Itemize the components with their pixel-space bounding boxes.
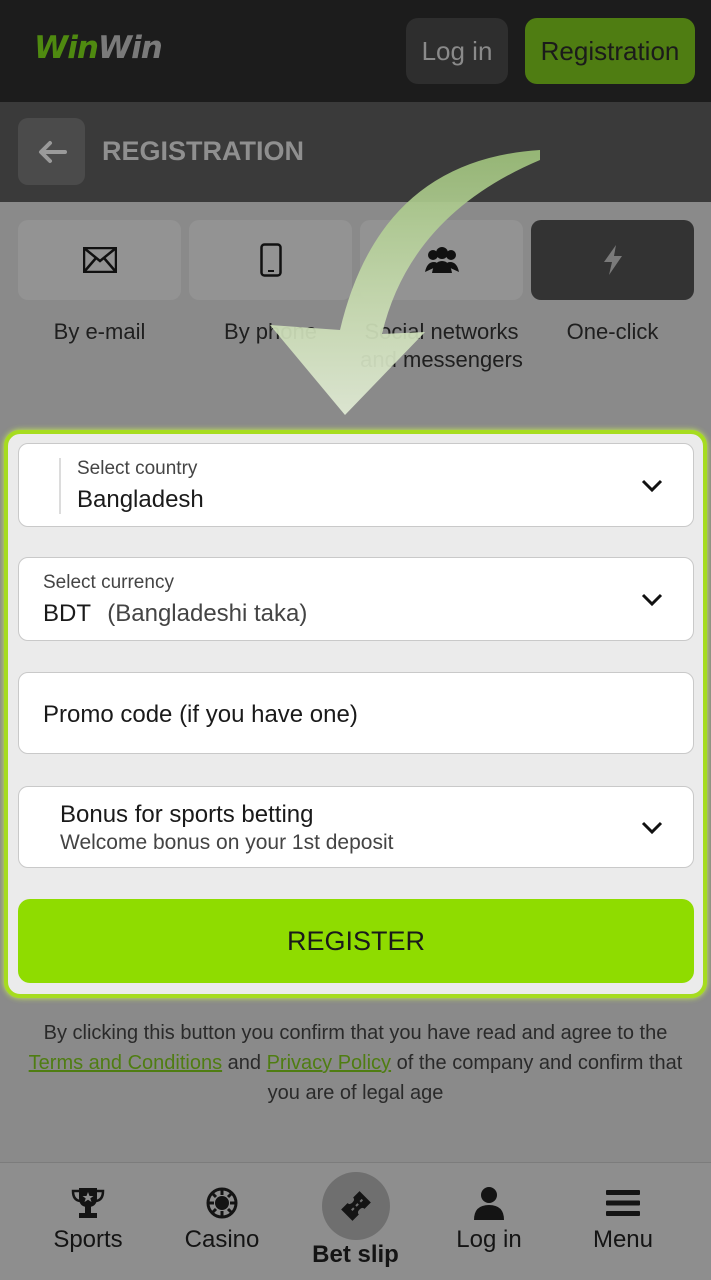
bonus-subtitle: Welcome bonus on your 1st deposit bbox=[60, 831, 394, 854]
flag-divider bbox=[59, 458, 61, 514]
logo-part-1: Win bbox=[34, 30, 99, 66]
casino-chip-icon bbox=[206, 1187, 238, 1219]
bonus-title: Bonus for sports betting bbox=[60, 801, 314, 828]
promo-code-input[interactable]: Promo code (if you have one) bbox=[18, 672, 694, 754]
back-button[interactable] bbox=[18, 118, 85, 185]
chevron-down-icon bbox=[641, 593, 663, 607]
country-select[interactable]: Select country Bangladesh bbox=[18, 443, 694, 527]
curved-arrow-overlay bbox=[270, 150, 540, 415]
register-button[interactable]: REGISTER bbox=[18, 899, 694, 983]
user-icon bbox=[474, 1187, 504, 1220]
header-registration-button[interactable]: Registration bbox=[525, 18, 695, 84]
promo-placeholder: Promo code (if you have one) bbox=[43, 701, 358, 728]
header-login-button[interactable]: Log in bbox=[406, 18, 508, 84]
nav-bet-slip-label[interactable]: Bet slip bbox=[290, 1241, 421, 1269]
privacy-link[interactable]: Privacy Policy bbox=[267, 1052, 391, 1074]
nav-bet-slip-button[interactable] bbox=[322, 1172, 390, 1240]
nav-menu[interactable]: Menu bbox=[558, 1186, 688, 1254]
lightning-icon bbox=[603, 245, 622, 275]
currency-name: (Bangladeshi taka) bbox=[107, 600, 308, 627]
nav-sports[interactable]: Sports bbox=[23, 1186, 153, 1254]
trophy-icon bbox=[71, 1188, 105, 1218]
terms-link[interactable]: Terms and Conditions bbox=[29, 1052, 222, 1074]
currency-code: BDT bbox=[43, 600, 91, 627]
arrow-left-icon bbox=[38, 140, 67, 163]
country-value: Bangladesh bbox=[77, 486, 204, 513]
disclaimer-text-1: By clicking this button you confirm that… bbox=[43, 1022, 668, 1044]
nav-sports-label: Sports bbox=[53, 1226, 123, 1253]
ticket-icon bbox=[341, 1191, 371, 1221]
nav-casino[interactable]: Casino bbox=[157, 1186, 287, 1254]
country-label: Select country bbox=[77, 458, 198, 479]
currency-label: Select currency bbox=[43, 572, 174, 593]
nav-menu-label: Menu bbox=[592, 1226, 654, 1253]
nav-login[interactable]: Log in bbox=[424, 1186, 554, 1254]
disclaimer-text-2: and bbox=[222, 1052, 267, 1074]
currency-value: BDT (Bangladeshi taka) bbox=[43, 600, 307, 628]
nav-casino-label: Casino bbox=[184, 1226, 260, 1253]
envelope-icon bbox=[82, 247, 117, 273]
nav-login-label: Log in bbox=[456, 1226, 522, 1253]
logo-part-2: Win bbox=[97, 30, 163, 66]
bonus-select[interactable]: Bonus for sports betting Welcome bonus o… bbox=[18, 786, 694, 868]
winwin-logo[interactable]: WinWin bbox=[34, 30, 163, 66]
chevron-down-icon bbox=[641, 821, 663, 835]
method-tab-email[interactable] bbox=[18, 220, 181, 300]
hamburger-menu-icon bbox=[606, 1190, 640, 1216]
method-label-email: By e-mail bbox=[53, 319, 146, 344]
currency-select[interactable]: Select currency BDT (Bangladeshi taka) bbox=[18, 557, 694, 641]
terms-disclaimer: By clicking this button you confirm that… bbox=[20, 1018, 691, 1108]
chevron-down-icon bbox=[641, 479, 663, 493]
